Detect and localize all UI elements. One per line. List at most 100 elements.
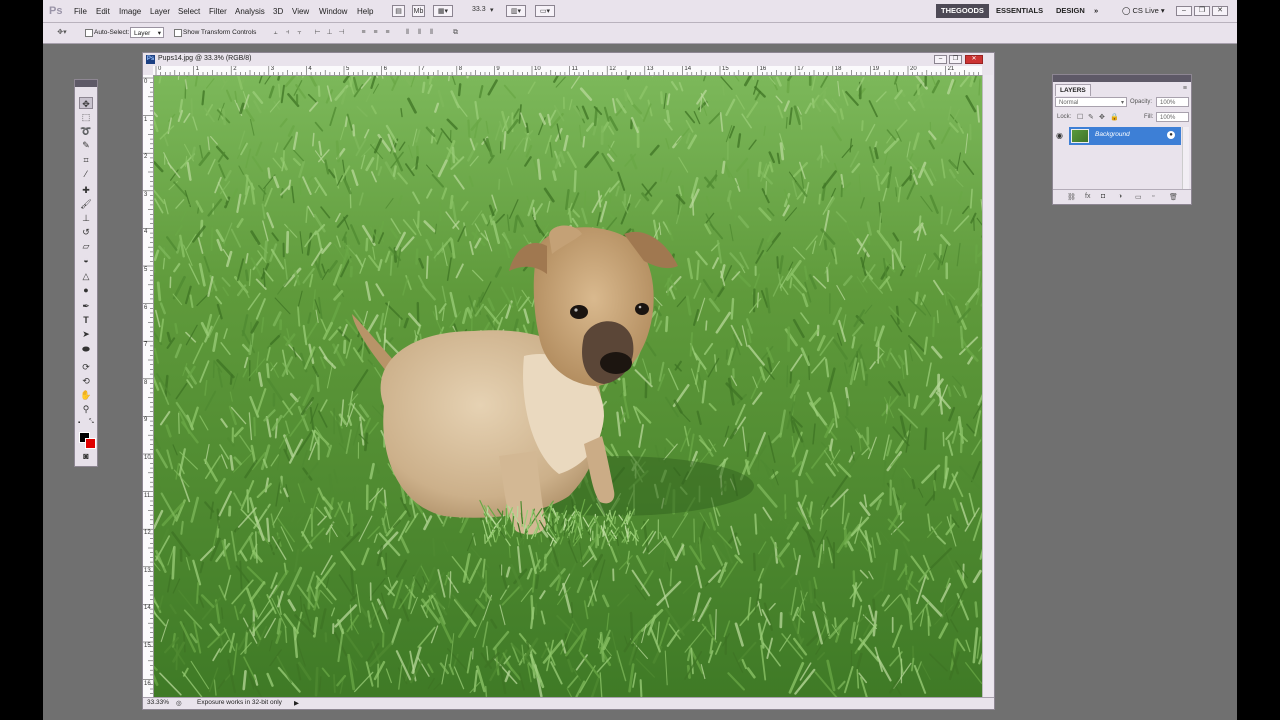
layers-panel-header[interactable] <box>1053 75 1191 82</box>
vertical-ruler[interactable]: 0 1 2 3 4 5 6 7 8 9 10 11 12 13 14 15 16 <box>143 75 154 698</box>
arrange-documents-button[interactable]: ▥▾ <box>506 5 526 17</box>
3d-orbit-tool-icon[interactable]: ⟲ <box>79 375 93 387</box>
workspace-design[interactable]: DESIGN <box>1051 4 1090 18</box>
doc-restore-button[interactable]: ❐ <box>949 55 962 64</box>
add-mask-icon[interactable]: ◘ <box>1101 193 1105 200</box>
dodge-tool-icon[interactable]: ● <box>79 284 93 296</box>
cs-live-button[interactable]: ◯ CS Live ▾ <box>1117 4 1170 18</box>
crop-tool-icon[interactable]: ⌗ <box>79 154 93 166</box>
close-button[interactable]: ✕ <box>1212 6 1228 16</box>
link-layers-icon[interactable]: ⛓ <box>1067 193 1076 201</box>
eyedropper-tool-icon[interactable]: ⁄ <box>79 168 93 180</box>
layer-visibility-eye-icon[interactable]: ◉ <box>1056 131 1063 140</box>
auto-select-dropdown[interactable]: Layer ▾ <box>130 27 164 38</box>
zoom-dropdown-icon[interactable]: ▾ <box>490 6 494 14</box>
healing-brush-tool-icon[interactable]: ✚ <box>79 184 93 196</box>
distribute-left-icon[interactable]: ⦀ <box>403 28 412 37</box>
align-right-icon[interactable]: ⊣ <box>337 28 346 37</box>
align-hcenter-icon[interactable]: ⊥ <box>325 28 334 37</box>
swap-colors-icon[interactable]: ⤡ <box>89 419 94 426</box>
opacity-field[interactable]: 100% <box>1156 97 1189 107</box>
zoom-tool-icon[interactable]: ⚲ <box>79 403 93 415</box>
auto-align-icon[interactable]: ⧉ <box>451 28 460 37</box>
doc-close-button[interactable]: ✕ <box>965 55 983 64</box>
vertical-scrollbar[interactable] <box>982 75 993 698</box>
lock-transparency-icon[interactable]: ☐ <box>1077 113 1083 121</box>
eraser-tool-icon[interactable]: ▱ <box>79 240 93 252</box>
lock-position-icon[interactable]: ✥ <box>1099 113 1105 121</box>
pen-tool-icon[interactable]: ✒ <box>79 300 93 312</box>
menu-filter[interactable]: Filter <box>209 7 227 16</box>
distribute-hcenter-icon[interactable]: ⦀ <box>415 28 424 37</box>
3d-rotate-tool-icon[interactable]: ⟳ <box>79 361 93 373</box>
marquee-tool-icon[interactable]: ⬚ <box>79 111 93 123</box>
status-zoom[interactable]: 33.33% <box>147 699 169 706</box>
panel-menu-icon[interactable]: ≡ <box>1183 85 1187 92</box>
brush-tool-icon[interactable]: 🖌 <box>79 198 93 210</box>
align-top-icon[interactable]: ⫠ <box>271 28 280 37</box>
new-layer-icon[interactable]: ▫ <box>1152 193 1154 200</box>
doc-minimize-button[interactable]: – <box>934 55 947 64</box>
tab-layers[interactable]: LAYERS <box>1055 84 1091 96</box>
menu-view[interactable]: View <box>292 7 309 16</box>
menu-image[interactable]: Image <box>119 7 141 16</box>
align-vcenter-icon[interactable]: ⫞ <box>283 28 292 37</box>
distribute-bottom-icon[interactable]: ≡ <box>383 28 392 37</box>
path-selection-tool-icon[interactable]: ➤ <box>79 328 93 340</box>
tools-panel-header[interactable] <box>75 80 97 87</box>
menu-edit[interactable]: Edit <box>96 7 110 16</box>
horizontal-ruler[interactable]: 0 1 2 3 4 5 6 7 8 9 10 11 12 13 14 15 16 17 18 19 20 21 <box>153 66 982 76</box>
align-left-icon[interactable]: ⊢ <box>313 28 322 37</box>
status-info-icon[interactable]: ◎ <box>176 699 182 707</box>
shape-tool-icon[interactable]: ⬬ <box>79 343 93 355</box>
move-tool-icon[interactable]: ✥ <box>79 97 93 109</box>
view-extras-button[interactable]: ▦▾ <box>433 5 453 17</box>
screen-mode-button[interactable]: ▭▾ <box>535 5 555 17</box>
fill-field[interactable]: 100% <box>1156 112 1189 122</box>
delete-layer-icon[interactable]: 🗑 <box>1169 193 1178 201</box>
distribute-right-icon[interactable]: ⦀ <box>427 28 436 37</box>
menu-analysis[interactable]: Analysis <box>235 7 265 16</box>
menu-help[interactable]: Help <box>357 7 373 16</box>
layer-style-icon[interactable]: fx <box>1085 193 1090 200</box>
distribute-top-icon[interactable]: ≡ <box>359 28 368 37</box>
restore-button[interactable]: ❐ <box>1194 6 1210 16</box>
quick-select-tool-icon[interactable]: ✎ <box>79 139 93 151</box>
minimize-button[interactable]: – <box>1176 6 1192 16</box>
paint-bucket-tool-icon[interactable]: ◒ <box>79 254 93 266</box>
hand-tool-icon[interactable]: ✋ <box>79 389 93 401</box>
align-bottom-icon[interactable]: ⫟ <box>295 28 304 37</box>
layer-row-background[interactable]: Background ● <box>1069 127 1181 145</box>
menu-file[interactable]: File <box>74 7 87 16</box>
menu-select[interactable]: Select <box>178 7 200 16</box>
clone-stamp-tool-icon[interactable]: ⊥ <box>79 212 93 224</box>
quick-mask-icon[interactable]: ◙ <box>79 450 93 462</box>
history-brush-tool-icon[interactable]: ↺ <box>79 226 93 238</box>
menu-layer[interactable]: Layer <box>150 7 170 16</box>
adjustment-layer-icon[interactable]: ◑ <box>1118 193 1122 200</box>
lock-pixels-icon[interactable]: ✎ <box>1088 113 1094 121</box>
launch-minibridge-button[interactable]: Mb <box>412 5 425 17</box>
image-canvas[interactable] <box>154 76 984 698</box>
type-tool-icon[interactable]: T <box>79 314 93 326</box>
blur-tool-icon[interactable]: △ <box>79 270 93 282</box>
lock-all-icon[interactable]: 🔒 <box>1110 113 1119 121</box>
auto-select-checkbox[interactable] <box>85 29 93 37</box>
lasso-tool-icon[interactable]: ➰ <box>79 125 93 137</box>
more-workspaces-button[interactable]: » <box>1089 4 1103 18</box>
layers-scrollbar[interactable] <box>1182 127 1189 189</box>
workspace-thegoods[interactable]: THEGOODS <box>936 4 989 18</box>
zoom-level-field[interactable]: 33.3 <box>472 6 486 13</box>
move-tool-preset-icon[interactable]: ✥▾ <box>53 28 71 37</box>
show-transform-checkbox[interactable] <box>174 29 182 37</box>
launch-bridge-button[interactable]: ▤ <box>392 5 405 17</box>
default-colors-icon[interactable]: ▪ <box>78 420 80 426</box>
blend-mode-dropdown[interactable]: Normal ▾ <box>1055 97 1127 107</box>
workspace-essentials[interactable]: ESSENTIALS <box>991 4 1048 18</box>
menu-window[interactable]: Window <box>319 7 347 16</box>
status-menu-arrow-icon[interactable]: ▶ <box>294 699 299 707</box>
menu-3d[interactable]: 3D <box>273 7 283 16</box>
new-group-icon[interactable]: ▭ <box>1135 193 1142 201</box>
distribute-vcenter-icon[interactable]: ≡ <box>371 28 380 37</box>
background-color-swatch[interactable] <box>85 438 96 449</box>
